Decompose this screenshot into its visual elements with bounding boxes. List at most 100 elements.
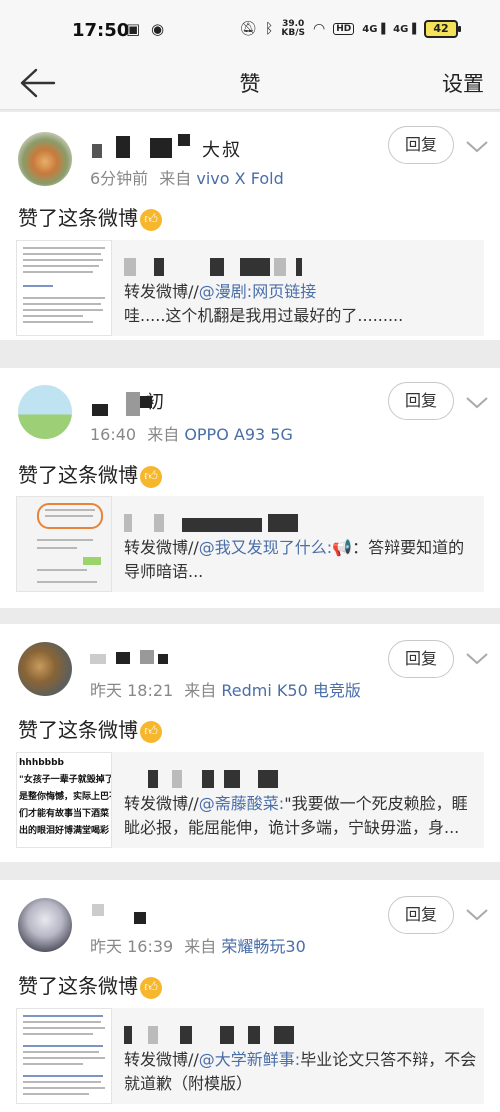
liked-text: 赞了这条微博 👍︎ bbox=[18, 459, 162, 488]
chevron-down-icon[interactable] bbox=[464, 394, 490, 412]
liked-label: 赞了这条微博 bbox=[18, 206, 138, 230]
quoted-thumbnail: hhhbbbb "女孩子一辈子就毁掉了 是整你悔憾，实际上巴不 们才能有故事当下… bbox=[16, 752, 112, 848]
post-meta: 6分钟前 来自 vivo X Fold bbox=[90, 165, 284, 189]
chevron-down-icon[interactable] bbox=[464, 650, 490, 668]
device-source[interactable]: 荣耀畅玩30 bbox=[221, 937, 305, 956]
source-prefix: 来自 bbox=[147, 425, 180, 444]
quoted-text: 转发微博//@漫剧:网页链接哇.....这个机翻是我用过最好的了........… bbox=[124, 280, 478, 328]
thumb-line: 们才能有故事当下酒菜 bbox=[19, 809, 110, 819]
liked-label: 赞了这条微博 bbox=[18, 974, 138, 998]
liked-text: 赞了这条微博 👍︎ bbox=[18, 714, 162, 743]
signal-2-label: 4G bbox=[393, 23, 409, 35]
device-source[interactable]: vivo X Fold bbox=[196, 169, 283, 188]
liked-text: 赞了这条微博 👍︎ bbox=[18, 202, 162, 231]
redaction bbox=[90, 654, 106, 664]
post-meta: 16:40 来自 OPPO A93 5G bbox=[90, 421, 293, 445]
chevron-down-icon[interactable] bbox=[464, 138, 490, 156]
battery-icon: 42 bbox=[424, 20, 461, 38]
signal-2-icon: 4G▐ bbox=[393, 23, 416, 35]
chevron-down-icon[interactable] bbox=[464, 906, 490, 924]
quoted-post[interactable]: 转发微博//@我又发现了什么:📢：答辩要知道的导师暗语... bbox=[16, 496, 484, 592]
quoted-author-redacted bbox=[124, 506, 324, 534]
quoted-author-redacted bbox=[124, 1018, 324, 1046]
quoted-text: 转发微博//@大学新鲜事:毕业论文只答不辩，不会就道歉（附模版） bbox=[124, 1048, 478, 1096]
bilibili-icon: ▣ bbox=[126, 20, 141, 38]
avatar[interactable] bbox=[18, 132, 72, 186]
hd-badge: HD bbox=[333, 23, 355, 35]
like-card[interactable]: 昨天 18:21 来自 Redmi K50 电竞版 回复 赞了这条微博 👍︎ hh… bbox=[0, 624, 500, 862]
quoted-author-redacted bbox=[124, 250, 324, 278]
reply-button[interactable]: 回复 bbox=[388, 640, 454, 678]
redaction bbox=[92, 404, 108, 416]
redaction bbox=[134, 912, 146, 924]
quoted-post[interactable]: 转发微博//@大学新鲜事:毕业论文只答不辩，不会就道歉（附模版） bbox=[16, 1008, 484, 1104]
post-time: 16:40 bbox=[90, 425, 137, 444]
device-source[interactable]: OPPO A93 5G bbox=[184, 425, 293, 444]
user-name-text: 大叔 bbox=[202, 140, 242, 161]
redaction bbox=[158, 654, 168, 664]
post-time: 昨天 16:39 bbox=[90, 937, 174, 956]
thumbs-up-icon: 👍︎ bbox=[140, 977, 162, 999]
like-card[interactable]: 初 16:40 来自 OPPO A93 5G 回复 赞了这条微博 👍︎ 转发微博/… bbox=[0, 368, 500, 608]
settings-button[interactable]: 设置 bbox=[442, 68, 484, 98]
source-prefix: 来自 bbox=[159, 169, 192, 188]
redaction bbox=[116, 652, 130, 664]
quoted-post[interactable]: hhhbbbb "女孩子一辈子就毁掉了 是整你悔憾，实际上巴不 们才能有故事当下… bbox=[16, 752, 484, 848]
quoted-thumbnail bbox=[16, 240, 112, 336]
like-card[interactable]: 昨天 16:39 来自 荣耀畅玩30 回复 赞了这条微博 👍︎ 转发微博//@大学… bbox=[0, 880, 500, 1112]
post-meta: 昨天 16:39 来自 荣耀畅玩30 bbox=[90, 933, 306, 957]
avatar[interactable] bbox=[18, 642, 72, 696]
quoted-text: 转发微博//@斋藤酸菜:"我要做一个死皮赖脸，睚眦必报，能屈能伸，诡计多端，宁缺… bbox=[124, 792, 478, 840]
post-time: 昨天 18:21 bbox=[90, 681, 174, 700]
liked-text: 赞了这条微博 👍︎ bbox=[18, 970, 162, 999]
source-prefix: 来自 bbox=[184, 937, 217, 956]
quoted-thumbnail bbox=[16, 1008, 112, 1104]
status-time: 17:50 bbox=[72, 20, 130, 41]
repost-prefix: 转发微博// bbox=[124, 1050, 199, 1069]
redaction bbox=[150, 138, 172, 158]
device-source[interactable]: Redmi K50 电竞版 bbox=[221, 681, 360, 700]
signal-1-label: 4G bbox=[362, 23, 378, 35]
repost-prefix: 转发微博// bbox=[124, 794, 199, 813]
quoted-thumbnail bbox=[16, 496, 112, 592]
thumb-line: 出的眼泪好博满堂喝彩 bbox=[19, 826, 110, 836]
quoted-ref[interactable]: @漫剧:网页链接 bbox=[199, 282, 316, 301]
mute-icon: 🔕︎ bbox=[239, 21, 257, 37]
reply-button[interactable]: 回复 bbox=[388, 382, 454, 420]
source-prefix: 来自 bbox=[184, 681, 217, 700]
thumb-line: hhhbbbb bbox=[19, 758, 64, 768]
quoted-author-redacted bbox=[124, 762, 324, 790]
signal-1-icon: 4G▐ bbox=[362, 23, 386, 35]
repost-prefix: 转发微博// bbox=[124, 282, 199, 301]
quoted-post[interactable]: 转发微博//@漫剧:网页链接哇.....这个机翻是我用过最好的了........… bbox=[16, 240, 484, 336]
net-speed-unit: KB/S bbox=[281, 28, 306, 38]
redaction bbox=[92, 144, 102, 158]
redaction bbox=[140, 396, 152, 408]
redaction bbox=[140, 650, 154, 664]
post-meta: 昨天 18:21 来自 Redmi K50 电竞版 bbox=[90, 677, 361, 701]
quoted-body: 哇.....这个机翻是我用过最好的了......... bbox=[124, 306, 404, 325]
quoted-ref[interactable]: @我又发现了什么: bbox=[199, 538, 332, 557]
status-bar: 17:50 ▣ ◉ 🔕︎ ᛒ 39.0 KB/S ◠ HD 4G▐ 4G▐ 42 bbox=[0, 0, 500, 58]
redaction bbox=[116, 136, 130, 158]
page-title: 赞 bbox=[239, 72, 261, 96]
reply-button[interactable]: 回复 bbox=[388, 896, 454, 934]
thumb-line: 是整你悔憾，实际上巴不 bbox=[19, 792, 112, 802]
thumb-line: "女孩子一辈子就毁掉了 bbox=[19, 775, 112, 785]
quoted-ref[interactable]: @大学新鲜事: bbox=[199, 1050, 300, 1069]
reply-button[interactable]: 回复 bbox=[388, 126, 454, 164]
status-icons: 🔕︎ ᛒ 39.0 KB/S ◠ HD 4G▐ 4G▐ 42 bbox=[239, 20, 461, 38]
wifi-icon: ◠ bbox=[313, 21, 326, 37]
repost-prefix: 转发微博// bbox=[124, 538, 199, 557]
avatar[interactable] bbox=[18, 898, 72, 952]
liked-label: 赞了这条微博 bbox=[18, 718, 138, 742]
like-card[interactable]: 大叔 6分钟前 来自 vivo X Fold 回复 赞了这条微博 👍︎ 转发微博/… bbox=[0, 112, 500, 340]
avatar[interactable] bbox=[18, 385, 72, 439]
liked-label: 赞了这条微博 bbox=[18, 463, 138, 487]
weibo-icon: ◉ bbox=[150, 20, 165, 38]
redaction bbox=[92, 904, 104, 916]
quoted-text: 转发微博//@我又发现了什么:📢：答辩要知道的导师暗语... bbox=[124, 536, 478, 584]
net-speed: 39.0 KB/S bbox=[281, 20, 305, 38]
thumbs-up-icon: 👍︎ bbox=[140, 721, 162, 743]
quoted-ref[interactable]: @斋藤酸菜: bbox=[199, 794, 284, 813]
